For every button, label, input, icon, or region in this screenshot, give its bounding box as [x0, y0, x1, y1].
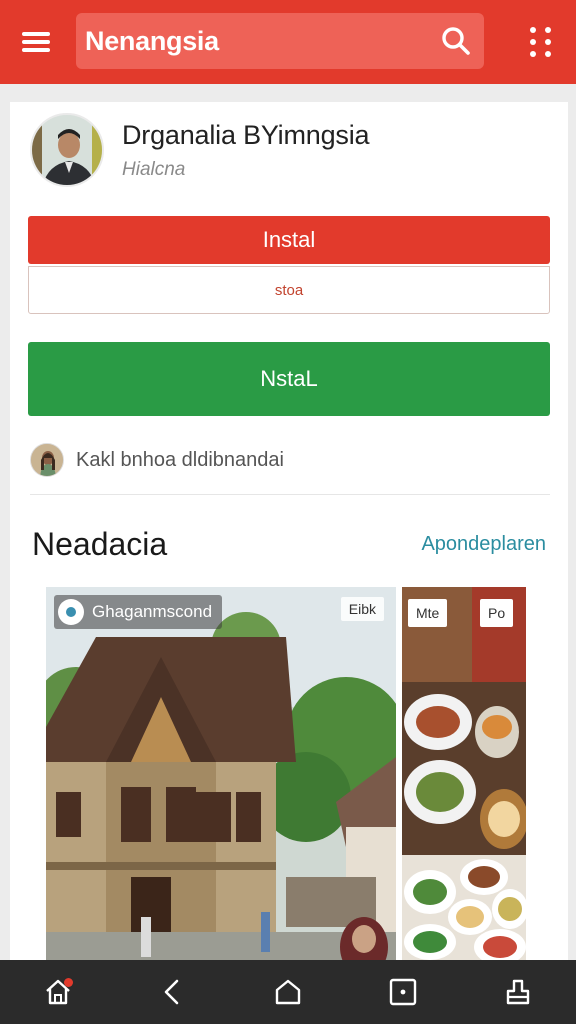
profile-header: Drganalia BYimngsia Hialcna [30, 110, 550, 190]
avatar[interactable] [30, 113, 104, 187]
nav-share-button[interactable] [488, 962, 548, 1022]
food-photo [402, 587, 526, 962]
photo-tag: Eibk [340, 597, 384, 621]
person-icon [32, 115, 102, 185]
search-icon[interactable] [428, 13, 484, 69]
divider [30, 494, 550, 495]
profile-name: Drganalia BYimngsia [122, 119, 370, 150]
app-card: Drganalia BYimngsia Hialcna Instal stoa … [10, 102, 568, 962]
house-photo [46, 587, 396, 962]
side-tag-2: Po [480, 599, 514, 627]
gallery-photo-side[interactable]: Mte Po [402, 587, 526, 962]
section-title: Neadacia [32, 526, 168, 562]
search-bar[interactable]: Nenangsia [76, 13, 484, 69]
gallery-photo-main[interactable]: Ghaganmscond Eibk [46, 587, 396, 962]
nav-house-button[interactable] [258, 962, 318, 1022]
app-title: Nenangsia [85, 25, 219, 56]
menu-icon [22, 32, 50, 52]
house-icon [275, 979, 301, 1005]
profile-subtitle: Hialcna [122, 158, 186, 180]
secondary-button[interactable]: stoa [28, 266, 550, 314]
photo-chip-label: Ghaganmscond [92, 602, 213, 621]
nav-back-button[interactable] [143, 962, 203, 1022]
nav-home-button[interactable] [28, 962, 88, 1022]
contributor-avatar [30, 443, 64, 477]
app-bar: Nenangsia [0, 0, 576, 84]
install-green-button[interactable]: NstaL [28, 342, 550, 416]
install-button[interactable]: Instal [28, 216, 550, 264]
menu-button[interactable] [0, 0, 72, 84]
notification-dot [63, 978, 73, 987]
contributor-row[interactable]: Kakl bnhoa dldibnandai [30, 442, 550, 478]
bottom-nav [0, 960, 576, 1024]
photo-source-chip: Ghaganmscond [54, 595, 223, 629]
back-icon [164, 979, 179, 1005]
nav-square-button[interactable] [373, 962, 433, 1022]
more-vert-icon [529, 27, 536, 57]
section-link[interactable]: Apondeplaren [421, 533, 546, 556]
contributor-text: Kakl bnhoa dldibnandai [76, 448, 284, 471]
square-icon [389, 978, 417, 1006]
side-tag-1: Mte [408, 599, 448, 627]
more-vert-icon-2 [544, 27, 551, 57]
pin-icon [58, 599, 84, 625]
more-button[interactable] [518, 22, 562, 62]
share-icon [507, 979, 530, 1005]
